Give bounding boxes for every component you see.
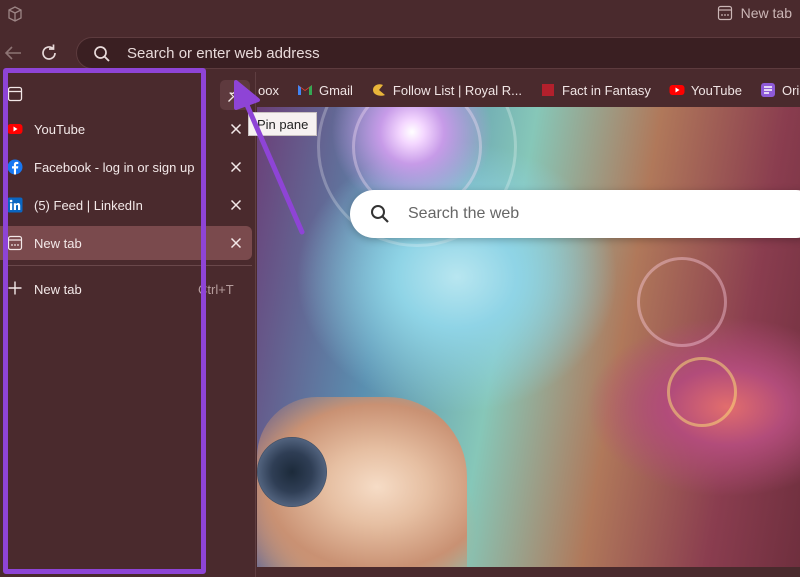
close-icon[interactable] [228, 197, 244, 213]
decorative-swirl [637, 257, 727, 347]
new-tab-page-background [257, 107, 800, 567]
highlight-frame [3, 68, 206, 574]
web-search-box[interactable]: Search the web [350, 190, 800, 238]
favorites-bar: oox Gmail Follow List | Royal R... Fact … [258, 76, 800, 104]
pin-pane-tooltip: Pin pane [248, 112, 317, 136]
workspaces-icon[interactable] [5, 4, 25, 24]
address-bar[interactable]: Search or enter web address [76, 37, 800, 69]
back-arrow-icon[interactable] [2, 42, 24, 64]
bookmark-original[interactable]: Origina [760, 82, 800, 98]
close-icon[interactable] [228, 159, 244, 175]
search-icon [93, 45, 111, 63]
close-icon[interactable] [228, 235, 244, 251]
reload-icon[interactable] [38, 42, 60, 64]
bookmark-label: Origina [782, 83, 800, 98]
search-icon [370, 204, 390, 224]
pin-icon [227, 87, 243, 103]
royal-road-icon [371, 82, 387, 98]
decorative-swirl [667, 357, 737, 427]
bookmark-label: Fact in Fantasy [562, 83, 651, 98]
title-bar: New tab [0, 0, 800, 30]
bookmark-gmail[interactable]: Gmail [297, 82, 353, 98]
original-icon [760, 82, 776, 98]
bookmark-royal-road[interactable]: Follow List | Royal R... [371, 82, 522, 98]
web-search-placeholder: Search the web [408, 205, 519, 223]
close-icon[interactable] [228, 121, 244, 137]
bookmark-label: YouTube [691, 83, 742, 98]
youtube-icon [669, 82, 685, 98]
gmail-icon [297, 82, 313, 98]
pin-pane-button[interactable] [220, 80, 250, 110]
bookmark-label: Gmail [319, 83, 353, 98]
active-tab-header[interactable]: New tab [717, 5, 792, 21]
bookmark-inbox[interactable]: oox [258, 83, 279, 98]
bookmark-label: oox [258, 83, 279, 98]
active-tab-title: New tab [741, 5, 792, 21]
bookmark-youtube[interactable]: YouTube [669, 82, 742, 98]
bookmark-fact-in-fantasy[interactable]: Fact in Fantasy [540, 82, 651, 98]
artwork-telescope [257, 437, 327, 507]
fact-in-fantasy-icon [540, 82, 556, 98]
bookmark-label: Follow List | Royal R... [393, 83, 522, 98]
address-placeholder: Search or enter web address [127, 45, 320, 62]
new-tab-page-icon [717, 5, 733, 21]
